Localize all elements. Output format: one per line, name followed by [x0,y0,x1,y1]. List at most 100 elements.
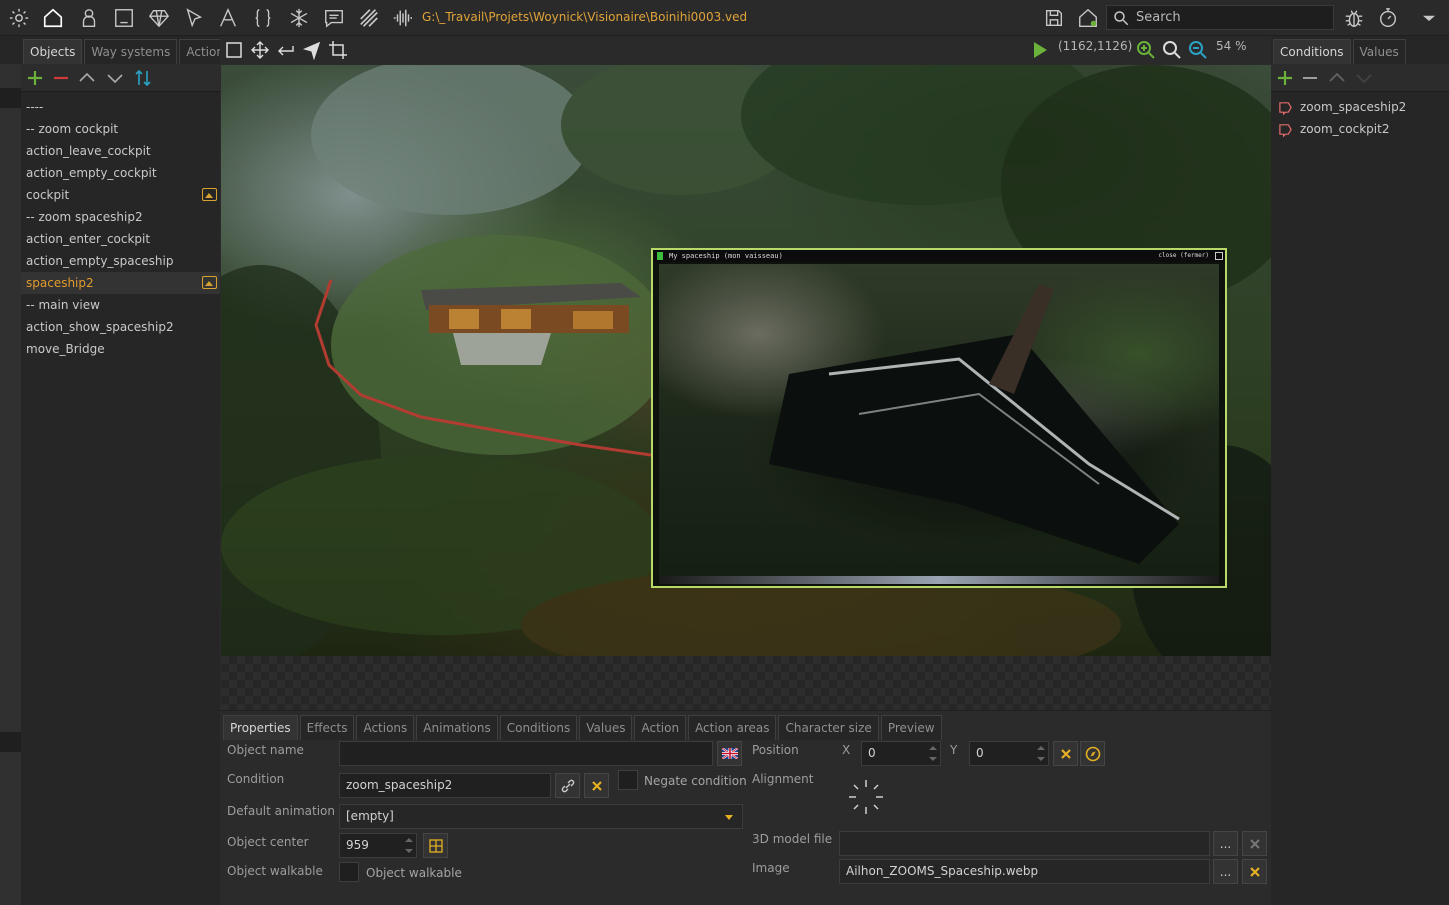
tab-action[interactable]: Action [634,715,687,740]
chevron-down-icon[interactable] [1420,5,1438,31]
language-flag-button[interactable] [717,741,742,766]
move-up-icon[interactable] [77,68,97,88]
move-down-icon[interactable] [1354,68,1374,88]
object-item[interactable]: cockpit [21,184,220,206]
bug-icon[interactable] [1341,5,1367,31]
home-outline-icon[interactable] [1075,5,1101,31]
save-icon[interactable] [1041,5,1067,31]
sort-icon[interactable] [133,68,153,88]
waveform-icon[interactable] [390,5,416,31]
crop-icon[interactable] [328,40,348,60]
condition-input[interactable]: zoom_spaceship2 [339,773,551,798]
tab-effects[interactable]: Effects [299,715,355,740]
dialog-icon[interactable] [321,5,347,31]
clear-model-button[interactable] [1242,831,1267,856]
condition-item[interactable]: zoom_spaceship2 [1278,96,1406,118]
gem-icon[interactable] [146,5,172,31]
condition-item[interactable]: zoom_cockpit2 [1278,118,1389,140]
search-placeholder: Search [1136,10,1181,25]
link-condition-button[interactable] [555,773,580,798]
spinner-arrows-icon[interactable] [405,838,413,853]
tab-preview[interactable]: Preview [880,715,942,740]
right-tabs: Conditions Values [1273,39,1408,64]
interface-icon[interactable] [111,5,137,31]
alignment-icon[interactable] [846,777,886,817]
tab-actions[interactable]: Actions [356,715,415,740]
tab-character-size[interactable]: Character size [778,715,879,740]
home-icon[interactable] [40,5,66,31]
object-walkable-checkbox[interactable] [339,862,359,882]
clear-condition-button[interactable] [584,773,609,798]
object-item[interactable]: -- zoom spaceship2 [21,206,220,228]
tab-conditions[interactable]: Conditions [1273,39,1351,64]
object-item-label: ---- [26,100,44,114]
font-icon[interactable] [215,5,241,31]
position-y-input[interactable]: 0 [969,741,1049,766]
object-center-input[interactable]: 959 [339,833,417,858]
gear-icon[interactable] [6,5,32,31]
tab-action-areas[interactable]: Action areas [688,715,777,740]
braces-icon[interactable] [250,5,276,31]
remove-icon[interactable] [51,68,71,88]
object-item[interactable]: action_empty_cockpit [21,162,220,184]
tab-values[interactable]: Values [1352,39,1406,64]
object-item[interactable]: action_enter_cockpit [21,228,220,250]
tab-objects[interactable]: Objects [23,39,83,64]
direction-icon[interactable] [302,40,322,60]
search-box[interactable]: Search [1106,5,1334,30]
object-item[interactable]: action_leave_cockpit [21,140,220,162]
pick-center-button[interactable] [423,833,448,858]
stripes-icon[interactable] [356,5,382,31]
add-icon[interactable] [1275,68,1295,88]
play-icon[interactable] [1030,40,1050,60]
crosshair-box-icon [428,838,443,853]
spinner-arrows-icon[interactable] [929,746,937,761]
spinner-arrows-icon[interactable] [1037,746,1045,761]
object-item[interactable]: move_Bridge [21,338,220,360]
zoom-reset-icon[interactable] [1162,40,1182,60]
model-file-input[interactable] [839,831,1210,856]
zoom-in-icon[interactable] [1136,40,1156,60]
object-name-input[interactable] [339,741,713,766]
ingame-close-label[interactable]: close (fermer) [1158,250,1209,262]
tab-way-systems[interactable]: Way systems [84,39,178,64]
tab-properties[interactable]: Properties [223,715,298,740]
move-up-icon[interactable] [1327,68,1347,88]
browse-image-button[interactable]: ... [1213,859,1238,884]
remove-icon[interactable] [1300,68,1320,88]
arrow-left-icon[interactable] [276,40,296,60]
tab-animations[interactable]: Animations [416,715,498,740]
object-item[interactable]: action_show_spaceship2 [21,316,220,338]
zoom-out-icon[interactable] [1188,40,1208,60]
pick-position-button[interactable] [1080,741,1105,766]
stopwatch-icon[interactable] [1375,5,1401,31]
tab-values[interactable]: Values [579,715,633,740]
object-item[interactable]: ---- [21,96,220,118]
object-item[interactable]: spaceship2 [21,272,220,294]
clear-image-button[interactable] [1242,859,1267,884]
position-x-input[interactable]: 0 [861,741,941,766]
object-item[interactable]: action_empty_spaceship [21,250,220,272]
add-icon[interactable] [25,68,45,88]
select-rect-icon[interactable] [224,40,244,60]
move-icon[interactable] [250,40,270,60]
scene-canvas[interactable]: My spaceship (mon vaisseau) close (ferme… [221,65,1271,656]
close-icon[interactable] [1215,252,1223,260]
object-item[interactable]: -- zoom cockpit [21,118,220,140]
browse-model-button[interactable]: ... [1213,831,1238,856]
tab-conditions[interactable]: Conditions [499,715,578,740]
move-down-icon[interactable] [105,68,125,88]
cursor-icon[interactable] [181,5,207,31]
ingame-window[interactable]: My spaceship (mon vaisseau) close (ferme… [651,248,1227,588]
negate-condition-checkbox[interactable] [618,770,638,790]
snowflake-icon[interactable] [286,5,312,31]
project-path: G:\_Travail\Projets\Woynick\Visionaire\B… [422,10,748,24]
character-icon[interactable] [76,5,102,31]
ingame-scrollbar[interactable] [659,576,1219,584]
image-input[interactable]: Ailhon_ZOOMS_Spaceship.webp [839,859,1210,884]
cursor-coordinates: (1162,1126) [1058,39,1133,53]
object-item[interactable]: -- main view [21,294,220,316]
clear-position-button[interactable] [1053,741,1078,766]
default-animation-value: [empty] [346,809,394,823]
default-animation-select[interactable]: [empty] [339,804,743,829]
